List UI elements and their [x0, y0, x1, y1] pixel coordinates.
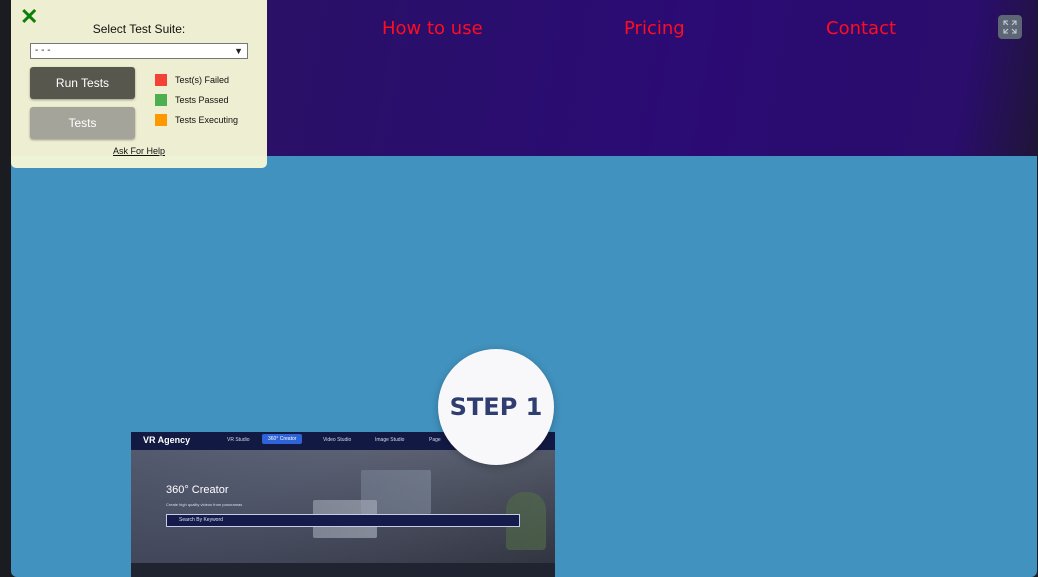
expand-icon	[1003, 20, 1017, 34]
chevron-down-icon: ▼	[234, 46, 243, 56]
preview-tab: Page	[429, 437, 441, 443]
preview-tab: Video Studio	[323, 437, 352, 443]
failed-swatch	[155, 74, 167, 86]
panel-title: Select Test Suite:	[92, 22, 186, 36]
preview-tab: VR Studio	[227, 437, 250, 443]
preview-tab: Image Studio	[375, 437, 405, 443]
test-suite-select[interactable]: - - - ▼	[30, 43, 248, 59]
preview-heading: 360° Creator	[166, 484, 229, 496]
tests-button[interactable]: Tests	[30, 107, 135, 139]
step-label: STEP 1	[449, 393, 543, 421]
legend-label: Test(s) Failed	[175, 75, 230, 85]
nav-how-to-use[interactable]: How to use	[382, 18, 483, 39]
executing-swatch	[155, 114, 167, 126]
fullscreen-button[interactable]	[998, 15, 1022, 39]
preview-tab-active: 360° Creator	[262, 434, 303, 444]
preview-logo: VR Agency	[143, 435, 191, 445]
step-badge: STEP 1	[438, 349, 554, 465]
run-tests-button[interactable]: Run Tests	[30, 67, 135, 99]
ask-for-help-link[interactable]: Ask For Help	[11, 146, 267, 156]
nav-pricing[interactable]: Pricing	[624, 18, 685, 39]
step-stage: VR Agency VR Studio 360° Creator Video S…	[11, 156, 1037, 577]
preview-subtitle: Create high quality videos from panorama…	[166, 502, 243, 507]
passed-swatch	[155, 94, 167, 106]
legend-label: Tests Executing	[175, 115, 239, 125]
preview-desk	[131, 563, 555, 577]
preview-search: Search By Keyword	[166, 514, 520, 527]
preview-search-placeholder: Search By Keyword	[179, 517, 223, 523]
nav-contact[interactable]: Contact	[826, 18, 896, 39]
legend-label: Tests Passed	[175, 95, 229, 105]
select-value: - - -	[35, 45, 51, 56]
test-runner-panel: ✕ Select Test Suite: - - - ▼ Run Tests T…	[11, 0, 267, 168]
